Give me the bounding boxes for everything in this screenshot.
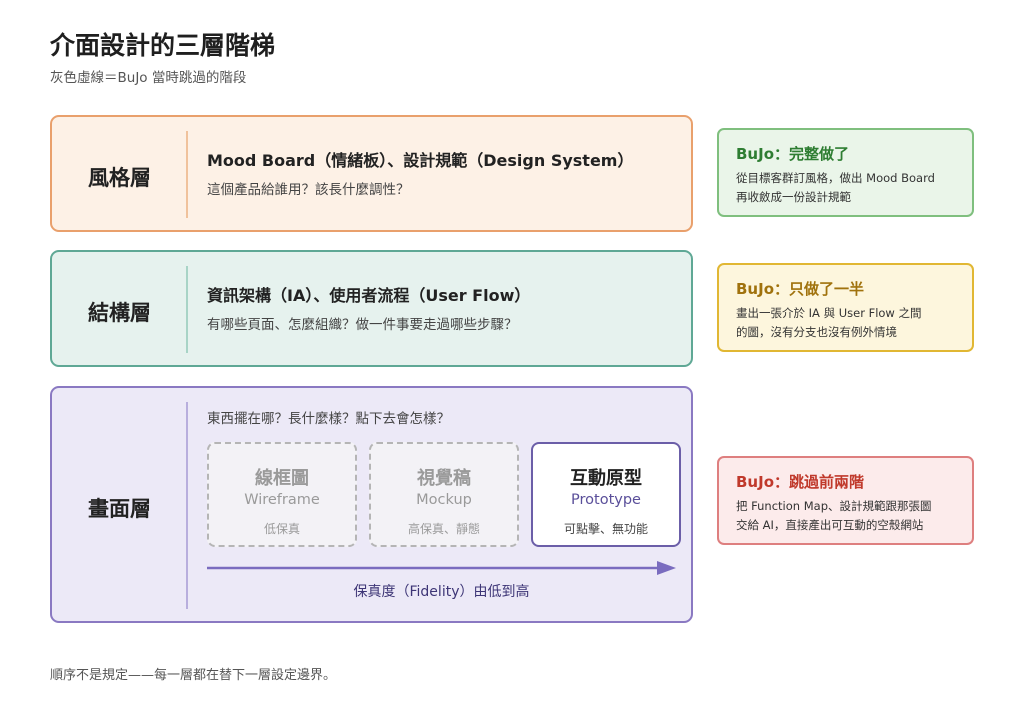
- note-line: 的圖，沒有分支也沒有例外情境: [736, 325, 897, 339]
- note-line: 從目標客群訂風格，做出 Mood Board: [736, 171, 935, 185]
- bujo-note-style: BuJo：完整做了 從目標客群訂風格，做出 Mood Board 再收斂成一份設…: [717, 128, 974, 217]
- note-title: BuJo：只做了一半: [736, 280, 864, 298]
- note-line: 再收斂成一份設計規範: [736, 190, 851, 204]
- layer-divider: [186, 131, 188, 218]
- layer-name-structure: 結構層: [88, 301, 151, 325]
- note-line: 把 Function Map、設計規範跟那張圖: [736, 499, 932, 513]
- page-subtitle: 灰色虛線＝BuJo 當時跳過的階段: [50, 70, 247, 86]
- layer-divider: [186, 402, 188, 609]
- layer-name-screen: 畫面層: [88, 497, 151, 521]
- note-body: 畫出一張介於 IA 與 User Flow 之間 的圖，沒有分支也沒有例外情境: [736, 304, 964, 342]
- stage-prototype-card: 互動原型 Prototype 可點擊、無功能: [531, 442, 681, 547]
- stage-english-name: Mockup: [416, 492, 472, 508]
- bujo-note-structure: BuJo：只做了一半 畫出一張介於 IA 與 User Flow 之間 的圖，沒…: [717, 263, 974, 352]
- stage-note: 可點擊、無功能: [563, 522, 648, 536]
- note-line: 交給 AI，直接產出可互動的空殼網站: [736, 518, 924, 532]
- layer-question-structure: 有哪些頁面、怎麼組織？做一件事要走過哪些步驟？: [207, 317, 518, 333]
- stage-english-name: Prototype: [571, 492, 641, 508]
- note-title: BuJo：跳過前兩階: [736, 473, 864, 491]
- note-title: BuJo：完整做了: [736, 145, 849, 163]
- stage-title: 視覺稿: [417, 468, 471, 489]
- screen-layer-box: 畫面層 東西擺在哪？長什麼樣？點下去會怎樣？ 線框圖 Wireframe 低保真…: [50, 386, 693, 623]
- note-body: 從目標客群訂風格，做出 Mood Board 再收斂成一份設計規範: [736, 169, 964, 207]
- style-layer-box: 風格層 Mood Board（情緒板）、設計規範（Design System） …: [50, 115, 693, 232]
- fidelity-label: 保真度（Fidelity）由低到高: [353, 584, 530, 600]
- stage-mockup-card: 視覺稿 Mockup 高保真、靜態: [369, 442, 519, 547]
- layer-question-screen: 東西擺在哪？長什麼樣？點下去會怎樣？: [207, 411, 450, 427]
- note-line: 畫出一張介於 IA 與 User Flow 之間: [736, 306, 922, 320]
- footer-note: 順序不是規定——每一層都在替下一層設定邊界。: [50, 668, 337, 683]
- layer-name-style: 風格層: [88, 166, 151, 190]
- stage-note: 高保真、靜態: [407, 522, 480, 536]
- page-title: 介面設計的三層階梯: [50, 31, 276, 60]
- stage-title: 線框圖: [255, 468, 309, 489]
- layer-question-style: 這個產品給誰用？該長什麼調性？: [207, 182, 410, 198]
- stage-english-name: Wireframe: [244, 492, 320, 508]
- fidelity-arrow-icon: [207, 561, 676, 575]
- structure-layer-box: 結構層 資訊架構（IA）、使用者流程（User Flow） 有哪些頁面、怎麼組織…: [50, 250, 693, 367]
- note-body: 把 Function Map、設計規範跟那張圖 交給 AI，直接產出可互動的空殼…: [736, 497, 964, 535]
- layer-divider: [186, 266, 188, 353]
- stage-title: 互動原型: [570, 468, 642, 489]
- bujo-note-screen: BuJo：跳過前兩階 把 Function Map、設計規範跟那張圖 交給 AI…: [717, 456, 974, 545]
- layer-heading-style: Mood Board（情緒板）、設計規範（Design System）: [207, 151, 634, 170]
- layer-heading-structure: 資訊架構（IA）、使用者流程（User Flow）: [207, 286, 531, 305]
- stage-wireframe-card: 線框圖 Wireframe 低保真: [207, 442, 357, 547]
- stage-note: 低保真: [263, 522, 300, 536]
